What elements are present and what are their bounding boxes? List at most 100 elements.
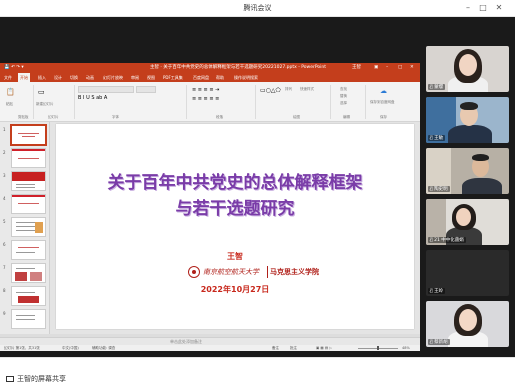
current-slide[interactable]: 关于百年中共党史的总体解释框架 与若干选题研究 王智 南京航空航天大学 马克思主… xyxy=(56,124,414,329)
quick-styles-label[interactable]: 快速样式 xyxy=(300,87,314,120)
ppt-maximize-icon[interactable]: □ xyxy=(398,63,402,73)
meeting-bottom-bar: 王智的屏幕共享 xyxy=(0,357,515,385)
participant-name: 王敏 xyxy=(434,136,444,141)
ppt-close-icon[interactable]: ✕ xyxy=(410,63,414,73)
slide-thumbnail[interactable] xyxy=(11,194,46,214)
comments-toggle[interactable]: 批注 xyxy=(290,345,297,351)
meeting-window: 腾讯会议 – □ ✕ 💾 ↶ ↷ ▾ 主智 · 关于百年中共党史的总体解释框架与… xyxy=(0,0,515,385)
participant-video[interactable]: 🎙̸ 蒙缨 xyxy=(426,46,509,92)
participant-name-label: 🎙̸ 陶史明 xyxy=(428,186,450,192)
quick-access-icons[interactable]: 💾 ↶ ↷ ▾ xyxy=(4,63,24,73)
paste-icon[interactable]: 📋 xyxy=(6,88,15,96)
thumb-number: 4 xyxy=(3,196,6,201)
participant-name-label: 🎙̸ 王岭 xyxy=(428,288,446,294)
font-size-select[interactable] xyxy=(136,86,156,93)
slide-thumbnail[interactable] xyxy=(11,171,46,191)
zoom-level[interactable]: 48% xyxy=(402,345,410,351)
tab-home[interactable]: 开始 xyxy=(18,73,30,82)
ppt-ribbon: 📋 粘贴 剪贴板 ▭ 新建幻灯片 幻灯片 B I U S ab A 字体 ≡ ≡… xyxy=(0,82,420,122)
arrange-label[interactable]: 排列 xyxy=(285,87,292,120)
slide-thumbnail[interactable] xyxy=(11,240,46,260)
participant-video[interactable]: 🎙̸ 王敏 xyxy=(426,97,509,143)
view-buttons-icon[interactable]: ▣ ▦ ▤ ▷ xyxy=(316,345,332,351)
participant-name: 陶史明 xyxy=(434,187,448,192)
tab-help[interactable]: 帮助 xyxy=(216,73,224,82)
logo-school-name: 马克思主义学院 xyxy=(270,268,319,276)
ppt-minimize-icon[interactable]: – xyxy=(386,63,388,73)
tab-tell-me[interactable]: 操作说明搜索 xyxy=(234,73,258,82)
tab-animations[interactable]: 动画 xyxy=(86,73,94,82)
participant-name: 王岭 xyxy=(434,289,444,294)
close-icon[interactable]: ✕ xyxy=(493,2,505,14)
tab-pdf-tools[interactable]: PDF工具集 xyxy=(163,73,183,82)
cloud-save-icon[interactable]: ☁ xyxy=(380,87,387,95)
tab-review[interactable]: 审阅 xyxy=(131,73,139,82)
university-seal-icon xyxy=(188,266,200,278)
align-icons[interactable]: ≡ ≡ ≡ ≡ ≡ xyxy=(192,96,219,102)
participant-name: 蔡新胡 xyxy=(434,340,448,345)
group-paragraph: 段落 xyxy=(216,115,223,119)
participant-name-label: 🎙̸ 王敏 xyxy=(428,135,446,141)
thumb-number: 7 xyxy=(3,265,6,270)
screen-share-label: 王智的屏幕共享 xyxy=(17,375,66,383)
ppt-ribbon-tabs: 文件 开始 插入 设计 切换 动画 幻灯片放映 审阅 视图 PDF工具集 百度网… xyxy=(0,73,420,82)
zoom-slider-knob[interactable] xyxy=(377,346,379,350)
accessibility-status[interactable]: 辅助功能: 调查 xyxy=(92,345,115,351)
group-editing: 编辑 xyxy=(343,115,350,119)
slide-thumbnail[interactable] xyxy=(11,148,46,168)
tab-view[interactable]: 视图 xyxy=(147,73,155,82)
font-name-select[interactable] xyxy=(78,86,134,93)
participant-video[interactable]: 🎙̸ 王岭 xyxy=(426,250,509,296)
slide-date: 2022年10月27日 xyxy=(200,285,270,294)
ribbon-divider xyxy=(186,85,187,119)
participant-name-label: 🎙̸ 蒙缨 xyxy=(428,84,446,90)
logo-divider xyxy=(267,266,268,278)
minimize-icon[interactable]: – xyxy=(462,2,474,14)
slide-thumbnail[interactable] xyxy=(11,263,46,283)
notes-pane[interactable]: 单击此处添加备注 xyxy=(0,337,420,345)
notes-toggle[interactable]: 备注 xyxy=(272,345,279,351)
tab-file[interactable]: 文件 xyxy=(4,73,12,82)
new-slide-icon[interactable]: ▭ xyxy=(38,88,45,96)
participant-video[interactable]: 🎙̸ 陶史明 xyxy=(426,148,509,194)
slide-thumbnail[interactable] xyxy=(11,309,46,329)
ribbon-divider xyxy=(330,85,331,119)
participant-video[interactable]: 🎙̸ 蔡新胡 xyxy=(426,301,509,347)
shapes-icon[interactable]: ▭○△⬠ xyxy=(260,87,281,94)
slide-count-status: 幻灯片 第1张，共31张 xyxy=(4,346,40,350)
screen-share-status[interactable]: 王智的屏幕共享 xyxy=(6,374,66,384)
slide-editor: 关于百年中共党史的总体解释框架 与若干选题研究 王智 南京航空航天大学 马克思主… xyxy=(50,122,420,334)
slide-title-line-1: 关于百年中共党史的总体解释框架 xyxy=(107,173,363,193)
maximize-icon[interactable]: □ xyxy=(477,2,489,14)
thumb-number: 9 xyxy=(3,311,6,316)
paste-label: 粘贴 xyxy=(6,102,13,106)
shared-screen: 💾 ↶ ↷ ▾ 主智 · 关于百年中共党史的总体解释框架与若干选题研究20221… xyxy=(0,17,420,357)
slide-thumbnail[interactable] xyxy=(10,124,47,146)
language-status[interactable]: 中文(中国) xyxy=(62,345,79,351)
ribbon-divider xyxy=(33,85,34,119)
ppt-user[interactable]: 王智 xyxy=(352,63,361,73)
thumb-number: 8 xyxy=(3,288,6,293)
ribbon-divider xyxy=(255,85,256,119)
tab-slideshow[interactable]: 幻灯片放映 xyxy=(103,73,123,82)
slide-author: 王智 xyxy=(227,252,243,261)
ribbon-divider xyxy=(74,85,75,119)
group-slides: 幻灯片 xyxy=(48,115,59,119)
powerpoint-window: 💾 ↶ ↷ ▾ 主智 · 关于百年中共党史的总体解释框架与若干选题研究20221… xyxy=(0,63,420,351)
font-format-icons[interactable]: B I U S ab A xyxy=(78,95,107,101)
thumb-number: 2 xyxy=(3,150,6,155)
slide-thumbnail[interactable] xyxy=(11,217,46,237)
slide-thumbnail-pane: 1 2 3 4 5 6 7 8 9 xyxy=(0,122,50,334)
tab-baidu-netdisk[interactable]: 百度网盘 xyxy=(193,73,209,82)
participant-video[interactable]: 🎙̸ 21 中中化菌娟 xyxy=(426,199,509,245)
slide-title-line-2: 与若干选题研究 xyxy=(175,199,295,219)
tab-transitions[interactable]: 切换 xyxy=(70,73,78,82)
paragraph-icons[interactable]: ≡ ≡ ≡ ≡ ⇥ xyxy=(192,87,219,93)
group-font: 字体 xyxy=(112,115,119,119)
slide-thumbnail[interactable] xyxy=(11,286,46,306)
logo-university-name: 南京航空航天大学 xyxy=(203,268,259,276)
ppt-ribbon-display-icon[interactable]: ▣ xyxy=(374,63,378,73)
group-save: 保存 xyxy=(380,115,387,119)
tab-design[interactable]: 设计 xyxy=(54,73,62,82)
tab-insert[interactable]: 插入 xyxy=(38,73,46,82)
